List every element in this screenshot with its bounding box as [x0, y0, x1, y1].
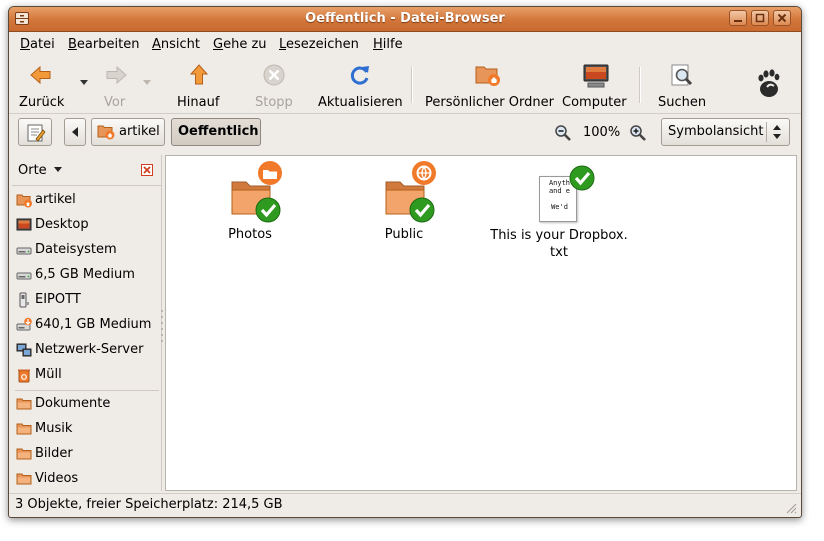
toolbar-separator: [639, 67, 641, 103]
shared-folder-icon: [231, 161, 282, 223]
toolbar-separator: [411, 67, 413, 103]
sidebar: Orte artikel Desktop Dateisystem 6,5 GB …: [12, 155, 162, 491]
toolbar: Zurück Vor Hinauf Stopp Aktualisieren Pe…: [9, 57, 801, 114]
file-name: This is your Dropbox. txt: [490, 228, 628, 260]
zoom-in-icon[interactable]: [629, 124, 647, 142]
public-shared-folder-icon: [385, 161, 436, 223]
file-item-photos[interactable]: Photos: [175, 160, 325, 244]
sidebar-item-dokumente[interactable]: Dokumente: [16, 393, 158, 415]
icon-view[interactable]: Photos Public Anyth and e We'd This is y…: [165, 155, 797, 491]
arrow-left-icon: [30, 65, 51, 85]
sidebar-item-artikel[interactable]: artikel: [16, 189, 158, 211]
sidebar-item-musik[interactable]: Musik: [16, 418, 158, 440]
select-divider: [766, 122, 767, 142]
external-harddisk-icon: [16, 317, 32, 331]
file-name: Photos: [228, 227, 272, 242]
zoom-level[interactable]: 100%: [583, 125, 620, 140]
gnome-foot-logo-icon[interactable]: [755, 69, 781, 99]
close-button[interactable]: [773, 10, 791, 26]
sidebar-separator: [15, 390, 159, 391]
file-browser-window: Oeffentlich - Datei-Browser Datei Bearbe…: [8, 6, 802, 518]
note-edit-icon: [27, 124, 46, 142]
status-bar: 3 Objekte, freier Speicherplatz: 214,5 G…: [9, 493, 801, 517]
desktop-icon: [16, 218, 32, 231]
reload-icon: [350, 66, 369, 85]
sidebar-item-6-5-gb-medium[interactable]: 6,5 GB Medium: [16, 264, 158, 286]
close-icon: [777, 13, 787, 23]
sidebar-item-muell[interactable]: Müll: [16, 364, 158, 386]
chevron-down-icon: [53, 167, 62, 172]
maximize-button[interactable]: [751, 10, 769, 26]
arrow-up-icon: [189, 64, 209, 85]
menu-gehe-zu[interactable]: Gehe zu: [213, 37, 267, 52]
file-item-dropbox-txt[interactable]: Anyth and e We'd This is your Dropbox. t…: [484, 160, 634, 260]
minimize-button[interactable]: [729, 10, 747, 26]
stop-icon: [263, 64, 285, 86]
file-name: Public: [384, 227, 424, 242]
forward-history-dropdown-icon[interactable]: [142, 79, 152, 87]
window-title: Oeffentlich - Datei-Browser: [305, 11, 505, 26]
back-history-dropdown-icon[interactable]: [79, 79, 89, 87]
chevron-left-icon: [72, 127, 78, 137]
synced-check-icon: [569, 165, 595, 191]
harddisk-icon: [16, 272, 32, 280]
title-bar[interactable]: Oeffentlich - Datei-Browser: [9, 7, 801, 32]
view-mode-select[interactable]: Symbolansicht: [661, 118, 790, 146]
sidebar-item-videos[interactable]: Videos: [16, 468, 158, 490]
home-folder-icon: [16, 194, 32, 208]
sidebar-item-640-1-gb-medium[interactable]: 640,1 GB Medium: [16, 314, 158, 336]
usb-drive-icon: [19, 292, 29, 308]
network-server-icon: [16, 343, 32, 357]
folder-icon: [16, 448, 32, 460]
home-folder-icon: [97, 125, 115, 140]
menu-hilfe[interactable]: Hilfe: [373, 37, 403, 52]
location-bar: artikel Oeffentlich 100% Symbolansicht: [9, 114, 801, 152]
status-text: 3 Objekte, freier Speicherplatz: 214,5 G…: [15, 497, 283, 512]
maximize-icon: [755, 13, 765, 23]
menu-bearbeiten[interactable]: Bearbeiten: [68, 37, 139, 52]
harddisk-icon: [16, 247, 32, 255]
computer-icon: [583, 64, 609, 88]
sidebar-item-dateisystem[interactable]: Dateisystem: [16, 239, 158, 261]
close-sidebar-icon[interactable]: [141, 164, 153, 176]
menu-datei[interactable]: Datei: [20, 37, 55, 52]
zoom-out-icon[interactable]: [554, 124, 572, 142]
minimize-icon: [734, 20, 742, 22]
updown-arrows-icon: [773, 125, 781, 139]
crumb-oeffentlich[interactable]: Oeffentlich: [171, 118, 261, 146]
home-folder-icon: [475, 66, 500, 86]
sidebar-item-netzwerk-server[interactable]: Netzwerk-Server: [16, 339, 158, 361]
folder-icon: [16, 473, 32, 485]
edit-location-toggle[interactable]: [18, 118, 52, 146]
pane-resize-handle[interactable]: [160, 307, 164, 347]
sidebar-mode-selector[interactable]: Orte: [18, 163, 63, 178]
menu-bar: Datei Bearbeiten Ansicht Gehe zu Lesezei…: [9, 32, 801, 56]
sidebar-header: Orte: [12, 155, 161, 186]
crumb-artikel[interactable]: artikel: [91, 118, 165, 146]
trash-icon: [18, 369, 30, 383]
path-scroll-left-button[interactable]: [64, 118, 86, 146]
menu-lesezeichen[interactable]: Lesezeichen: [279, 37, 359, 52]
search-icon: [671, 64, 693, 86]
sidebar-item-bilder[interactable]: Bilder: [16, 443, 158, 465]
folder-icon: [16, 423, 32, 435]
menu-ansicht[interactable]: Ansicht: [152, 37, 200, 52]
sidebar-item-eipott[interactable]: EIPOTT: [16, 289, 158, 311]
resize-grip-icon[interactable]: [785, 502, 797, 514]
folder-icon: [16, 398, 32, 410]
arrow-right-icon: [106, 65, 127, 85]
sidebar-item-desktop[interactable]: Desktop: [16, 214, 158, 236]
file-item-public[interactable]: Public: [329, 160, 479, 244]
